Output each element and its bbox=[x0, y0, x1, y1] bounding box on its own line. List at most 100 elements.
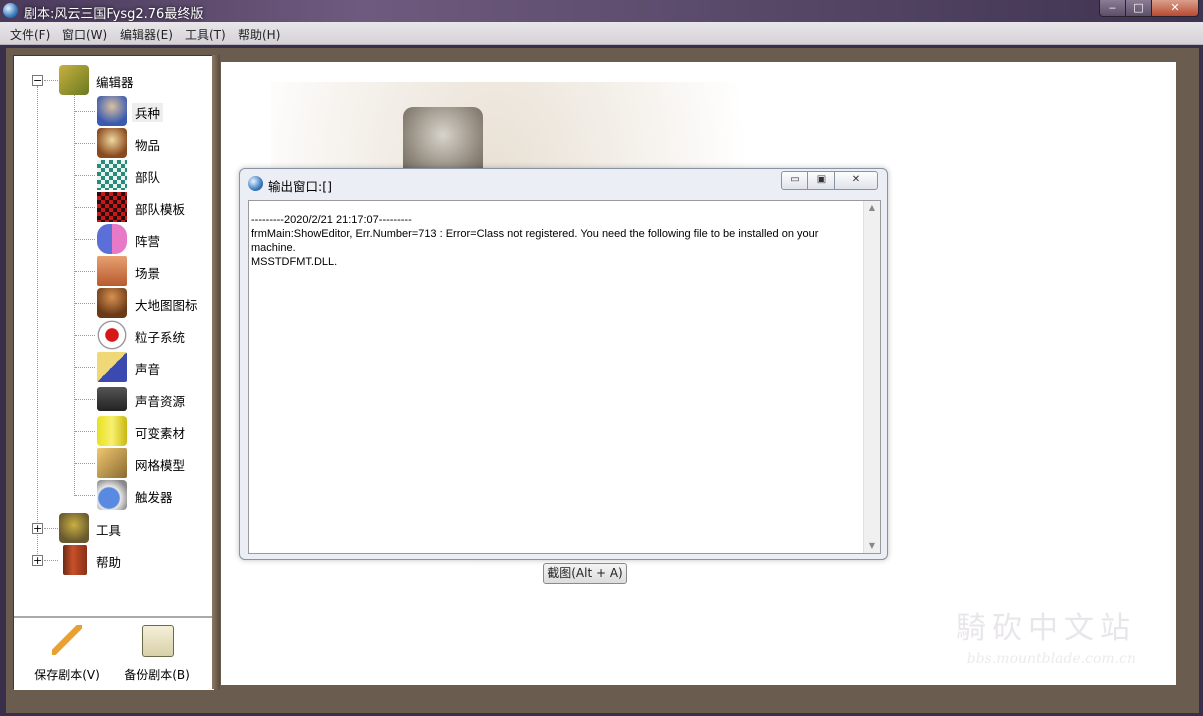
clock-calendar-icon bbox=[97, 480, 127, 510]
tree-connector bbox=[44, 560, 58, 561]
window-title: 剧本:风云三国Fysg2.76最终版 bbox=[24, 7, 204, 22]
editor-icon bbox=[59, 65, 89, 95]
menu-window[interactable]: 窗口(W) bbox=[62, 26, 107, 43]
anchor-icon bbox=[59, 513, 89, 543]
tree-item-mesh-model[interactable]: 网格模型 bbox=[14, 448, 214, 478]
book-icon bbox=[63, 545, 87, 575]
mesh-figure-icon bbox=[97, 448, 127, 478]
output-log-box[interactable]: ---------2020/2/21 21:17:07--------- frm… bbox=[248, 200, 881, 554]
tree-item-particles[interactable]: 粒子系统 bbox=[14, 320, 214, 350]
backup-script-button[interactable]: 备份剧本(B) bbox=[112, 622, 202, 686]
red-eye-icon bbox=[97, 320, 127, 350]
tree-item-items[interactable]: 物品 bbox=[14, 128, 214, 158]
tree-item-scene[interactable]: 场景 bbox=[14, 256, 214, 286]
menu-tools[interactable]: 工具(T) bbox=[185, 26, 226, 43]
tree-item-trigger[interactable]: 触发器 bbox=[14, 480, 214, 510]
tree-connector bbox=[75, 431, 95, 432]
tree-label: 大地图图标 bbox=[135, 298, 198, 313]
tree-label: 粒子系统 bbox=[135, 330, 186, 345]
output-close-button[interactable]: ✕ bbox=[834, 171, 878, 190]
output-window: 输出窗口:[] ▭ ▣ ✕ ---------2020/2/21 21:17:0… bbox=[239, 168, 888, 560]
tree-label: 可变素材 bbox=[135, 426, 186, 441]
checker-grid-icon bbox=[97, 160, 127, 190]
tree-label: 工具 bbox=[96, 523, 122, 538]
tree-label: 声音资源 bbox=[135, 394, 186, 409]
tree-connector bbox=[75, 111, 95, 112]
tree-connector bbox=[75, 399, 95, 400]
vertical-scrollbar[interactable]: ▲ ▼ bbox=[863, 201, 880, 553]
tree-connector bbox=[44, 528, 58, 529]
output-globe-icon bbox=[248, 176, 263, 191]
output-restore-button[interactable]: ▣ bbox=[807, 171, 836, 190]
save-script-button[interactable]: 保存剧本(V) bbox=[22, 622, 112, 686]
red-grid-icon bbox=[97, 192, 127, 222]
output-minimize-button[interactable]: ▭ bbox=[781, 171, 809, 190]
scroll-paper-icon bbox=[142, 625, 174, 657]
tree-item-sound-resource[interactable]: 声音资源 bbox=[14, 384, 214, 414]
tree-label: 帮助 bbox=[96, 555, 122, 570]
castle-icon bbox=[97, 256, 127, 286]
watermark-text: 騎砍中文站 bbox=[956, 611, 1136, 646]
tree-connector bbox=[75, 175, 95, 176]
tree-node-help[interactable]: + 帮助 bbox=[14, 545, 214, 575]
tree-item-troops[interactable]: 部队 bbox=[14, 160, 214, 190]
tree-item-map-icon[interactable]: 大地图图标 bbox=[14, 288, 214, 318]
theater-masks-icon bbox=[97, 224, 127, 254]
watermark-url: bbs.mountblade.com.cn bbox=[966, 651, 1136, 667]
jacket-icon bbox=[97, 416, 127, 446]
tree-item-sound[interactable]: 声音 bbox=[14, 352, 214, 382]
tree-connector bbox=[75, 303, 95, 304]
screenshot-button[interactable]: 截图(Alt + A) bbox=[543, 563, 627, 584]
tree-connector bbox=[75, 463, 95, 464]
cassette-icon bbox=[97, 387, 127, 411]
log-text: ---------2020/2/21 21:17:07--------- frm… bbox=[251, 214, 819, 268]
backup-script-label: 备份剧本(B) bbox=[124, 668, 190, 682]
bottom-toolbar: 保存剧本(V) 备份剧本(B) bbox=[14, 616, 214, 690]
tree-item-faction[interactable]: 阵营 bbox=[14, 224, 214, 254]
left-panel: − 编辑器 兵种 物品 部队 部队模板 阵营 场景 大地图图标 粒子系统 声音 … bbox=[13, 55, 215, 690]
tree-connector bbox=[44, 80, 58, 81]
tree-connector bbox=[75, 367, 95, 368]
editor-tree: − 编辑器 兵种 物品 部队 部队模板 阵营 场景 大地图图标 粒子系统 声音 … bbox=[14, 56, 214, 616]
tree-label: 声音 bbox=[135, 362, 161, 377]
pencil-icon bbox=[52, 625, 82, 655]
scroll-up-icon[interactable]: ▲ bbox=[864, 201, 880, 215]
tree-connector bbox=[75, 335, 95, 336]
envelope-sound-icon bbox=[97, 352, 127, 382]
menu-help[interactable]: 帮助(H) bbox=[238, 26, 280, 43]
menu-file[interactable]: 文件(F) bbox=[10, 26, 50, 43]
output-window-title: 输出窗口:[] bbox=[268, 179, 332, 194]
tree-connector bbox=[75, 239, 95, 240]
tree-label: 阵营 bbox=[135, 234, 161, 249]
title-bar: 剧本:风云三国Fysg2.76最终版 ‒ □ ✕ bbox=[0, 0, 1203, 22]
tree-connector bbox=[75, 271, 95, 272]
tree-node-editor[interactable]: − 编辑器 bbox=[14, 65, 214, 95]
save-script-label: 保存剧本(V) bbox=[34, 668, 100, 682]
tree-label: 场景 bbox=[135, 266, 161, 281]
tree-label: 兵种 bbox=[132, 103, 164, 122]
tree-label: 触发器 bbox=[135, 490, 173, 505]
tree-connector bbox=[75, 495, 95, 496]
maximize-button[interactable]: □ bbox=[1125, 0, 1152, 17]
viking-helmet-icon bbox=[97, 128, 127, 158]
tree-label: 编辑器 bbox=[96, 75, 134, 90]
tree-item-unit-type[interactable]: 兵种 bbox=[14, 96, 214, 126]
minimize-button[interactable]: ‒ bbox=[1099, 0, 1126, 17]
soldier-icon bbox=[97, 96, 127, 126]
panel-splitter[interactable] bbox=[212, 55, 220, 689]
menu-bar: 文件(F) 窗口(W) 编辑器(E) 工具(T) 帮助(H) bbox=[0, 22, 1203, 45]
tree-connector bbox=[75, 143, 95, 144]
tree-node-tools[interactable]: + 工具 bbox=[14, 513, 214, 543]
expand-icon[interactable]: + bbox=[32, 555, 43, 566]
tree-item-troop-template[interactable]: 部队模板 bbox=[14, 192, 214, 222]
tree-item-variable-material[interactable]: 可变素材 bbox=[14, 416, 214, 446]
close-button[interactable]: ✕ bbox=[1151, 0, 1199, 17]
collapse-icon[interactable]: − bbox=[32, 75, 43, 86]
menu-editor[interactable]: 编辑器(E) bbox=[120, 26, 173, 43]
tree-connector bbox=[75, 207, 95, 208]
map-figure-icon bbox=[97, 288, 127, 318]
app-globe-icon bbox=[3, 3, 18, 18]
tree-label: 物品 bbox=[135, 138, 161, 153]
expand-icon[interactable]: + bbox=[32, 523, 43, 534]
scroll-down-icon[interactable]: ▼ bbox=[864, 539, 880, 553]
